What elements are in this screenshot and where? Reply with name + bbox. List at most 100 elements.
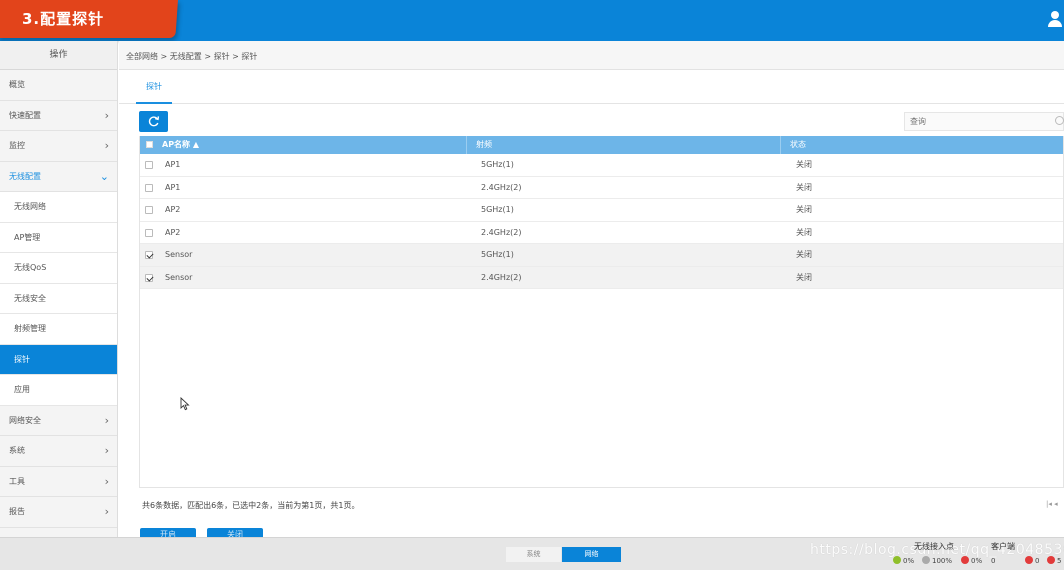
cell-radio: 2.4GHz(2) (481, 272, 522, 282)
client-red2-value: 5 (1057, 557, 1062, 565)
row-checkbox[interactable] (145, 161, 153, 169)
footer-tab-system[interactable]: 系统 (506, 547, 561, 562)
ap-status-green: 0% (893, 556, 914, 566)
alert-circle-icon (1025, 556, 1033, 564)
cell-status: 关闭 (796, 227, 812, 237)
slide-title: 3.配置探针 (22, 10, 105, 28)
chevron-right-icon: › (104, 505, 109, 518)
cell-status: 关闭 (796, 272, 812, 282)
sidebar-subitem-wireless-qos[interactable]: 无线QoS (0, 253, 117, 284)
client-count: 0 (991, 557, 996, 565)
column-header-radio[interactable]: 射频 (476, 136, 781, 154)
cell-status: 关闭 (796, 250, 812, 259)
sidebar-item-network-security[interactable]: 网络安全 › (0, 406, 117, 436)
cell-ap-name: Sensor (165, 250, 193, 259)
chevron-right-icon: › (104, 444, 109, 457)
select-all-checkbox[interactable] (146, 141, 153, 148)
sidebar-subitem-application[interactable]: 应用 (0, 375, 117, 406)
cell-radio: 2.4GHz(2) (481, 227, 522, 237)
cell-ap-name: AP2 (165, 227, 181, 237)
sidebar-item-quick-config[interactable]: 快速配置 › (0, 101, 117, 131)
table-header: AP名称 ▲ 射频 状态 (140, 136, 1063, 154)
ap-gray-value: 100% (932, 557, 953, 565)
sidebar-item-label: 报告 (9, 507, 25, 516)
cell-ap-name: Sensor (165, 272, 193, 282)
minus-circle-icon (922, 556, 930, 564)
cell-ap-name: AP1 (165, 182, 181, 192)
sidebar-item-overview[interactable]: 概览 (0, 70, 117, 101)
sidebar-subitem-wireless-network[interactable]: 无线网络 (0, 192, 117, 223)
ap-status-title: 无线接入点 (914, 542, 954, 551)
footer-tab-network[interactable]: 网络 (562, 547, 621, 562)
alert-circle-icon (961, 556, 969, 564)
sidebar-item-reports[interactable]: 报告 › (0, 497, 117, 528)
ap-green-value: 0% (903, 557, 915, 565)
table-row[interactable]: AP2 5GHz(1) 关闭 (140, 199, 1063, 222)
row-checkbox[interactable] (145, 228, 153, 237)
sidebar-subitem-probe[interactable]: 探针 (0, 344, 117, 375)
refresh-icon (148, 116, 160, 127)
search-icon[interactable] (1055, 116, 1064, 125)
pagination-first-prev[interactable]: |◂ ◂ (1046, 500, 1058, 508)
user-icon[interactable] (1046, 10, 1064, 28)
sidebar-item-label: 系统 (9, 446, 25, 455)
ap-status-red: 0% (961, 556, 982, 566)
cell-status: 关闭 (796, 205, 812, 214)
refresh-button[interactable] (139, 111, 168, 132)
mouse-cursor-icon (180, 397, 190, 411)
search-box (904, 112, 1064, 131)
sidebar-subitem-rf-management[interactable]: 射频管理 (0, 314, 117, 345)
table-row[interactable]: AP1 2.4GHz(2) 关闭 (140, 177, 1063, 199)
alert-circle-icon (1047, 556, 1055, 564)
cell-ap-name: AP1 (165, 160, 181, 169)
status-footer: 系统 网络 https://blog.csdn.net/qq_42048536 … (0, 537, 1064, 570)
chevron-right-icon: › (104, 413, 109, 427)
row-checkbox[interactable] (145, 206, 153, 214)
sidebar-subitem-wireless-security[interactable]: 无线安全 (0, 283, 117, 314)
search-input[interactable] (905, 113, 1045, 130)
column-header-ap-name[interactable]: AP名称 ▲ (162, 136, 467, 154)
cell-status: 关闭 (796, 182, 812, 192)
sidebar-item-label: 监控 (9, 141, 25, 150)
ap-red-value: 0% (971, 557, 983, 565)
cell-radio: 2.4GHz(2) (481, 182, 522, 192)
ap-status-gray: 100% (922, 556, 952, 566)
client-status-red-1: 0 (1025, 556, 1039, 566)
sidebar-item-label: 快速配置 (9, 110, 41, 120)
sidebar-subitem-ap-management[interactable]: AP管理 (0, 222, 117, 253)
chevron-right-icon: › (104, 474, 109, 488)
table-row[interactable]: Sensor 2.4GHz(2) 关闭 (140, 266, 1063, 289)
cell-radio: 5GHz(1) (481, 205, 514, 214)
breadcrumb: 全部网络 > 无线配置 > 探针 > 探针 (126, 52, 258, 61)
chevron-right-icon: › (104, 108, 109, 122)
pagination-summary: 共6条数据，匹配出6条，已选中2条，当前为第1页，共1页。 (142, 501, 360, 510)
sidebar-item-label: 网络安全 (9, 415, 41, 425)
sidebar: 操作 概览 快速配置 › 监控 › 无线配置 ⌄ 无线网络 AP管理 无线QoS 无线… (0, 41, 118, 537)
client-status-title: 客户端 (991, 542, 1015, 551)
table-row[interactable]: AP1 5GHz(1) 关闭 (140, 154, 1063, 177)
tab-row: 探针 (119, 70, 1064, 104)
probe-table: AP名称 ▲ 射频 状态 AP1 5GHz(1) 关闭 AP1 2.4GHz(2… (139, 136, 1064, 488)
column-header-status[interactable]: 状态 (790, 136, 1064, 154)
cell-radio: 5GHz(1) (481, 160, 514, 169)
sidebar-item-tools[interactable]: 工具 › (0, 467, 117, 497)
row-checkbox[interactable] (145, 273, 153, 282)
sidebar-item-monitor[interactable]: 监控 › (0, 131, 117, 162)
sidebar-item-label: 工具 (9, 476, 25, 486)
sidebar-item-wireless-config[interactable]: 无线配置 ⌄ (0, 162, 117, 192)
sidebar-header: 操作 (0, 41, 117, 70)
cell-ap-name: AP2 (165, 205, 181, 214)
breadcrumb-bar: 全部网络 > 无线配置 > 探针 > 探针 (119, 41, 1064, 70)
client-status-red-2: 5 (1047, 556, 1061, 566)
chevron-down-icon: ⌄ (99, 169, 109, 183)
table-row[interactable]: AP2 2.4GHz(2) 关闭 (140, 222, 1063, 244)
cell-radio: 5GHz(1) (481, 250, 514, 259)
tab-probe[interactable]: 探针 (136, 70, 172, 104)
check-circle-icon (893, 556, 901, 564)
sidebar-item-system[interactable]: 系统 › (0, 436, 117, 467)
row-checkbox[interactable] (145, 183, 153, 192)
top-bar: 3.配置探针 (0, 0, 1064, 41)
row-checkbox[interactable] (145, 251, 153, 259)
table-row[interactable]: Sensor 5GHz(1) 关闭 (140, 244, 1063, 267)
sidebar-item-label: 概览 (9, 80, 25, 89)
